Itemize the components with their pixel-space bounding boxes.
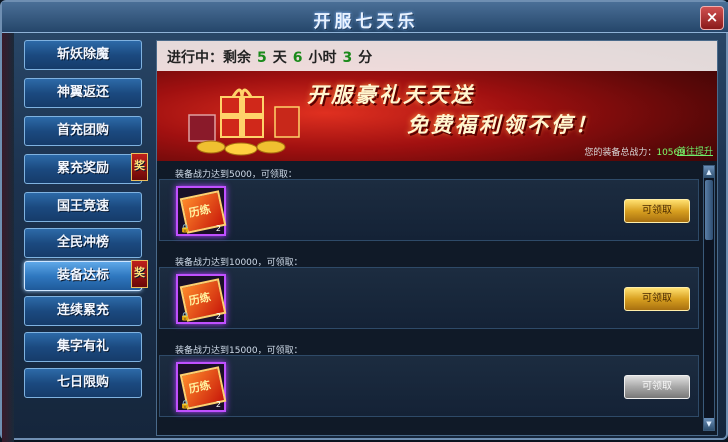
sidebar-item-lianxu[interactable]: 连续累充 [24, 296, 142, 326]
reward-item-slot[interactable]: 历练 🔒 2 [176, 274, 227, 324]
arrow-down-icon[interactable]: ▼ [704, 418, 714, 430]
timer-hours-unit: 小时 [308, 50, 337, 66]
sidebar-item-label: 首充团购 [56, 123, 109, 138]
sidebar-item-jizi[interactable]: 集字有礼 [24, 332, 142, 362]
scroll-thumb[interactable] [705, 180, 713, 240]
lock-icon: 🔒 [180, 224, 190, 233]
total-power-display: 您的装备总战力：10569 [584, 145, 685, 158]
window-title: 开服七天乐 [313, 12, 419, 32]
sidebar-item-label: 七日限购 [56, 375, 109, 390]
item-count: 2 [215, 400, 221, 409]
item-count: 2 [215, 224, 221, 233]
banner-slogan-line2: 免费福利领不停！ [407, 112, 599, 137]
sidebar-item-zhanyao[interactable]: 斩妖除魔 [24, 40, 142, 70]
timer-bar: 进行中：剩余 5 天 6 小时 3 分 [157, 41, 717, 71]
sidebar-item-label: 装备达标 [56, 268, 109, 283]
window-edge-decoration [2, 2, 14, 442]
title-bar: 开服七天乐 × [2, 2, 728, 33]
timer-days-unit: 天 [272, 50, 287, 66]
item-count: 2 [215, 312, 221, 321]
sidebar-item-label: 连续累充 [56, 303, 109, 318]
timer-minutes-unit: 分 [358, 50, 373, 66]
timer-minutes: 3 [342, 50, 353, 66]
sidebar-item-qiri[interactable]: 七日限购 [24, 368, 142, 398]
scrollbar[interactable]: ▲ ▼ [703, 165, 715, 431]
task-list: 装备战力达到5000，可领取： 历练 🔒 2 可领取 装备战力达到10000，可… [157, 163, 717, 435]
event-window: 开服七天乐 × 斩妖除魔 神翼返还 首充团购 累充奖励奖 国王竞速 全民冲榜 装… [0, 0, 728, 442]
sidebar-item-zhuangbei[interactable]: 装备达标 奖 [24, 260, 148, 291]
sidebar-item-label: 累充奖励 [56, 161, 109, 176]
power-label: 您的装备总战力： [584, 148, 657, 158]
arrow-up-icon[interactable]: ▲ [704, 166, 714, 178]
sidebar-item-label: 斩妖除魔 [56, 47, 109, 62]
upgrade-link[interactable]: 前往提升 [677, 144, 713, 157]
sidebar-item-label: 神翼返还 [56, 85, 109, 100]
lock-icon: 🔒 [180, 312, 190, 321]
timer-prefix: 进行中：剩余 [167, 50, 251, 66]
sidebar-item-quanmin[interactable]: 全民冲榜 [24, 228, 142, 258]
event-banner: 进行中：剩余 5 天 6 小时 3 分 开服豪礼天天送 免费福利领不停！ 您的装备总战力：1… [157, 41, 717, 161]
sidebar: 斩妖除魔 神翼返还 首充团购 累充奖励奖 国王竞速 全民冲榜 装备达标奖 连续累… [16, 40, 152, 436]
task-row: 历练 🔒 2 可领取 [159, 355, 699, 417]
reward-item-slot[interactable]: 历练 🔒 2 [176, 362, 227, 412]
reward-item-name: 历练 [187, 290, 212, 308]
task-row: 历练 🔒 2 可领取 [159, 179, 699, 241]
timer-days: 5 [257, 50, 267, 66]
sidebar-item-label: 国王竞速 [56, 199, 109, 214]
reward-item-name: 历练 [187, 378, 212, 396]
sidebar-item-guowang[interactable]: 国王竞速 [24, 192, 142, 222]
main-panel: 进行中：剩余 5 天 6 小时 3 分 开服豪礼天天送 免费福利领不停！ 您的装备总战力：1… [156, 40, 718, 436]
sidebar-item-leichong[interactable]: 累充奖励 奖 [24, 153, 148, 184]
close-button[interactable]: × [700, 6, 724, 30]
gift-box-illustration [188, 88, 300, 156]
claim-button[interactable]: 可领取 [624, 287, 690, 311]
claim-button-disabled[interactable]: 可领取 [624, 375, 690, 399]
task-row: 历练 🔒 2 可领取 [159, 267, 699, 329]
sidebar-item-shenyi[interactable]: 神翼返还 [24, 78, 142, 108]
sidebar-item-shouchong[interactable]: 首充团购 [24, 116, 142, 146]
lock-icon: 🔒 [180, 400, 190, 409]
reward-badge: 奖 [131, 260, 148, 288]
sidebar-item-label: 集字有礼 [56, 339, 109, 354]
claim-button[interactable]: 可领取 [624, 199, 690, 223]
timer-hours: 6 [292, 50, 303, 66]
countdown-timer: 进行中：剩余 5 天 6 小时 3 分 [167, 47, 372, 67]
reward-badge: 奖 [131, 153, 148, 181]
reward-item-name: 历练 [187, 202, 212, 220]
banner-slogan-line1: 开服豪礼天天送 [307, 82, 475, 107]
reward-item-slot[interactable]: 历练 🔒 2 [176, 186, 227, 236]
sidebar-item-label: 全民冲榜 [56, 235, 109, 250]
